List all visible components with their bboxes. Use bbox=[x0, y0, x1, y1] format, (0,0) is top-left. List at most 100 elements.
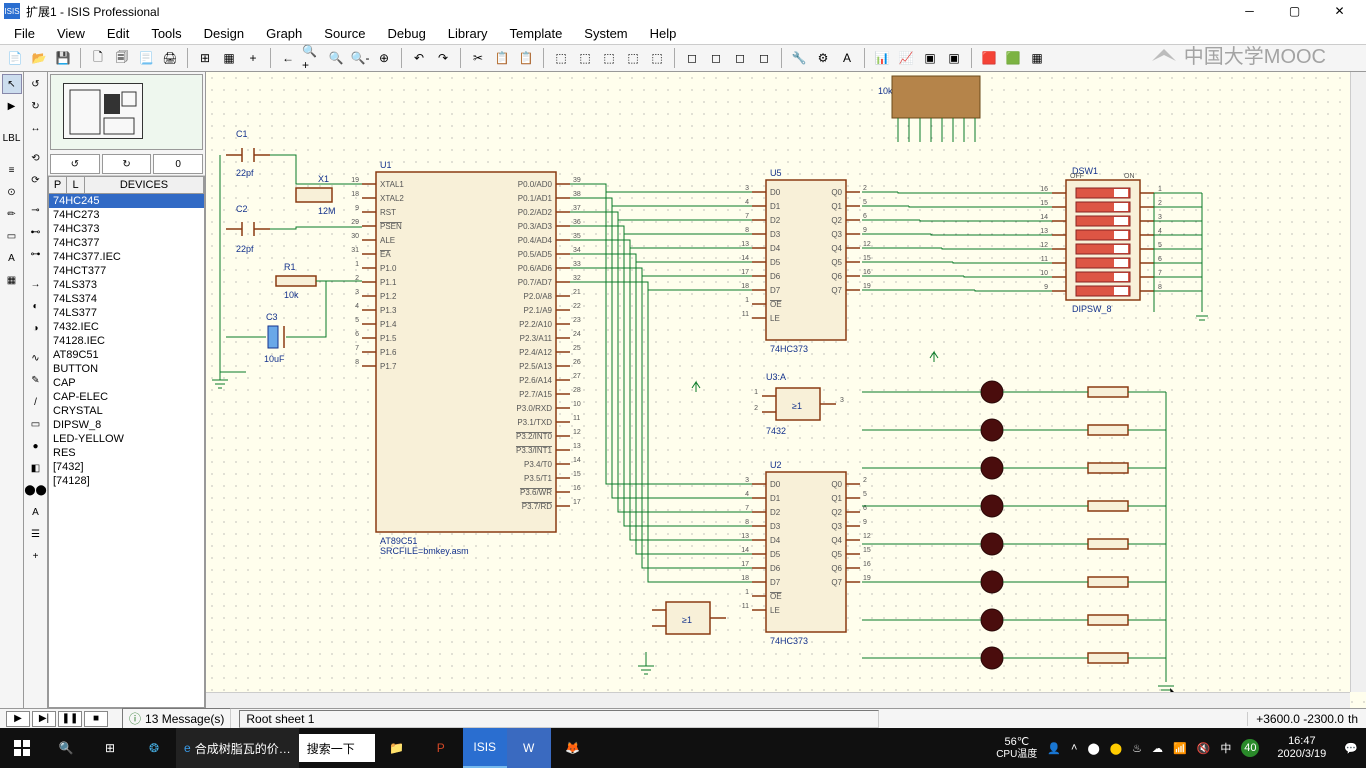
menu-help[interactable]: Help bbox=[640, 24, 687, 43]
people-icon[interactable]: 👤 bbox=[1047, 742, 1061, 755]
tray-icon-3[interactable]: ♨ bbox=[1132, 742, 1142, 755]
device-item[interactable]: [7432] bbox=[49, 460, 204, 474]
device-item[interactable]: 74HCT377 bbox=[49, 264, 204, 278]
toolbar-button[interactable]: ↷ bbox=[432, 47, 454, 69]
toolbar-button[interactable]: ⬚ bbox=[574, 47, 596, 69]
palette-tool-2[interactable]: / bbox=[26, 392, 46, 412]
palette-tool-2[interactable]: A bbox=[26, 502, 46, 522]
device-item[interactable]: CAP bbox=[49, 376, 204, 390]
toolbar-button[interactable]: ⚙ bbox=[812, 47, 834, 69]
vertical-scrollbar[interactable] bbox=[1350, 72, 1366, 692]
menu-system[interactable]: System bbox=[574, 24, 637, 43]
toolbar-button[interactable]: 📂 bbox=[28, 47, 50, 69]
device-item[interactable]: CAP-ELEC bbox=[49, 390, 204, 404]
device-item[interactable]: 74HC245 bbox=[49, 194, 204, 208]
palette-tool-2[interactable]: ▭ bbox=[26, 414, 46, 434]
device-item[interactable]: 7432.IEC bbox=[49, 320, 204, 334]
firefox-icon[interactable]: 🦊 bbox=[551, 728, 595, 768]
device-item[interactable]: 74LS374 bbox=[49, 292, 204, 306]
palette-tool[interactable]: ↖ bbox=[2, 74, 22, 94]
toolbar-button[interactable]: A bbox=[836, 47, 858, 69]
close-button[interactable]: ✕ bbox=[1317, 0, 1362, 22]
toolbar-button[interactable]: 🖨 bbox=[159, 47, 181, 69]
cpu-temp[interactable]: 56℃CPU温度 bbox=[996, 736, 1037, 759]
device-item[interactable]: AT89C51 bbox=[49, 348, 204, 362]
overview-thumbnail[interactable] bbox=[50, 74, 203, 150]
toolbar-button[interactable]: ⊕ bbox=[373, 47, 395, 69]
palette-tool[interactable]: A bbox=[2, 248, 22, 268]
device-list[interactable]: 74HC24574HC27374HC37374HC37774HC377.IEC7… bbox=[48, 194, 205, 708]
menu-design[interactable]: Design bbox=[194, 24, 254, 43]
toolbar-button[interactable]: 🗐 bbox=[111, 47, 133, 69]
minimize-button[interactable]: ─ bbox=[1227, 0, 1272, 22]
toolbar-button[interactable]: ▣ bbox=[919, 47, 941, 69]
device-item[interactable]: 74LS373 bbox=[49, 278, 204, 292]
tray-up-icon[interactable]: ˄ bbox=[1071, 742, 1077, 754]
nav-input[interactable]: 0 bbox=[153, 154, 203, 174]
toolbar-button[interactable]: ✂ bbox=[467, 47, 489, 69]
schematic-canvas[interactable]: U1AT89C51SRCFILE=bmkey.asm19XTAL118XTAL2… bbox=[206, 72, 1366, 708]
play-button[interactable]: ▶ bbox=[6, 711, 30, 727]
menu-tools[interactable]: Tools bbox=[141, 24, 191, 43]
palette-tool[interactable]: ▦ bbox=[2, 270, 22, 290]
device-header-l[interactable]: L bbox=[67, 177, 85, 193]
toolbar-button[interactable]: ⬚ bbox=[598, 47, 620, 69]
toolbar-button[interactable]: + bbox=[242, 47, 264, 69]
toolbar-button[interactable]: 📋 bbox=[491, 47, 513, 69]
toolbar-button[interactable]: ↶ bbox=[408, 47, 430, 69]
palette-tool-2[interactable]: ✎ bbox=[26, 370, 46, 390]
sheet-name[interactable]: Root sheet 1 bbox=[239, 710, 879, 728]
palette-tool-2[interactable]: ⊸ bbox=[26, 200, 46, 220]
menu-template[interactable]: Template bbox=[500, 24, 573, 43]
device-item[interactable]: 74128.IEC bbox=[49, 334, 204, 348]
toolbar-button[interactable]: ◻ bbox=[681, 47, 703, 69]
toolbar-button[interactable]: ◻ bbox=[729, 47, 751, 69]
toolbar-button[interactable]: 💾 bbox=[52, 47, 74, 69]
message-count[interactable]: ⓘ 13 Message(s) bbox=[122, 708, 231, 729]
device-item[interactable]: 74LS377 bbox=[49, 306, 204, 320]
tray-icon-2[interactable]: ⬤ bbox=[1110, 742, 1122, 755]
palette-tool-2[interactable]: + bbox=[26, 546, 46, 566]
menu-debug[interactable]: Debug bbox=[377, 24, 435, 43]
menu-file[interactable]: File bbox=[4, 24, 45, 43]
maximize-button[interactable]: ▢ bbox=[1272, 0, 1317, 22]
palette-tool[interactable]: ▭ bbox=[2, 226, 22, 246]
menu-view[interactable]: View bbox=[47, 24, 95, 43]
start-button[interactable] bbox=[0, 728, 44, 768]
browser-task[interactable]: e合成树脂瓦的价… bbox=[176, 728, 299, 768]
toolbar-button[interactable]: ← bbox=[277, 47, 299, 69]
toolbar-button[interactable]: 📋 bbox=[515, 47, 537, 69]
isis-task-icon[interactable]: ISIS bbox=[463, 728, 507, 768]
pause-button[interactable]: ❚❚ bbox=[58, 711, 82, 727]
toolbar-button[interactable]: ▦ bbox=[218, 47, 240, 69]
toolbar-button[interactable]: ◻ bbox=[705, 47, 727, 69]
toolbar-button[interactable]: 📊 bbox=[871, 47, 893, 69]
palette-tool[interactable]: ≡ bbox=[2, 160, 22, 180]
horizontal-scrollbar[interactable] bbox=[206, 692, 1350, 708]
palette-tool-2[interactable]: ◐ bbox=[26, 296, 46, 316]
toolbar-button[interactable]: ⬚ bbox=[622, 47, 644, 69]
toolbar-button[interactable]: 📄 bbox=[4, 47, 26, 69]
device-header-devices[interactable]: DEVICES bbox=[85, 177, 204, 193]
stop-button[interactable]: ■ bbox=[84, 711, 108, 727]
palette-tool[interactable]: ▶ bbox=[2, 96, 22, 116]
toolbar-button[interactable]: ⊞ bbox=[194, 47, 216, 69]
tray-badge-icon[interactable]: 40 bbox=[1241, 739, 1259, 757]
palette-tool[interactable]: ⊙ bbox=[2, 182, 22, 202]
palette-tool-2[interactable]: ⟲ bbox=[26, 148, 46, 168]
toolbar-button[interactable]: 📃 bbox=[135, 47, 157, 69]
toolbar-button[interactable]: 🔍- bbox=[349, 47, 371, 69]
wps-icon[interactable]: W bbox=[507, 728, 551, 768]
device-item[interactable]: CRYSTAL bbox=[49, 404, 204, 418]
palette-tool-2[interactable]: ⬤⬤ bbox=[26, 480, 46, 500]
palette-tool[interactable]: LBL bbox=[2, 128, 22, 148]
device-item[interactable]: DIPSW_8 bbox=[49, 418, 204, 432]
taskbar-clock[interactable]: 16:472020/3/19 bbox=[1269, 735, 1334, 761]
step-button[interactable]: ▶| bbox=[32, 711, 56, 727]
menu-library[interactable]: Library bbox=[438, 24, 498, 43]
toolbar-button[interactable]: ▦ bbox=[1026, 47, 1048, 69]
toolbar-button[interactable]: 🔍+ bbox=[301, 47, 323, 69]
device-item[interactable]: BUTTON bbox=[49, 362, 204, 376]
taskbar-search[interactable]: 搜索一下 bbox=[299, 734, 375, 762]
tray-wifi-icon[interactable]: 📶 bbox=[1173, 742, 1187, 755]
